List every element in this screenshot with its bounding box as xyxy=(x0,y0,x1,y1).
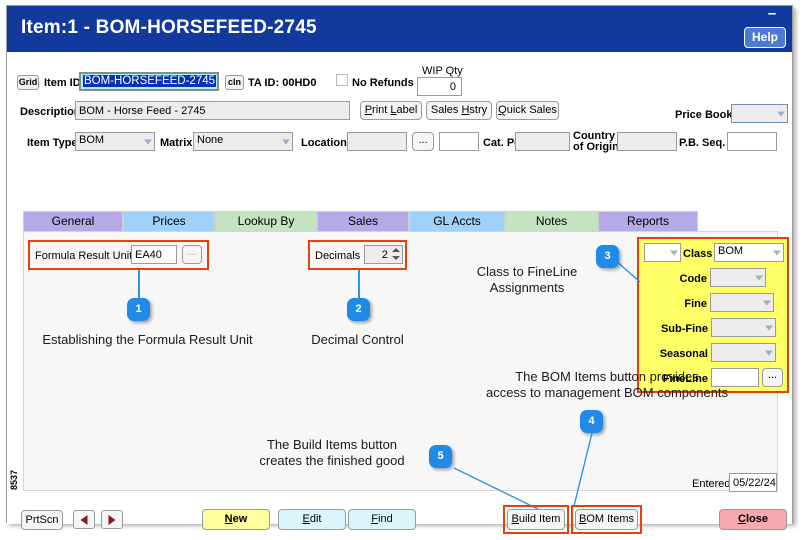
tab-general[interactable]: General xyxy=(23,211,123,231)
country-of-origin-input[interactable] xyxy=(617,132,677,151)
location-lookup-button[interactable]: ... xyxy=(412,132,434,151)
pb-seq-input[interactable] xyxy=(727,132,777,151)
no-refunds-checkbox[interactable] xyxy=(336,74,348,86)
item-id-input[interactable]: BOM-HORSEFEED-2745 xyxy=(79,72,219,91)
no-refunds-label: No Refunds xyxy=(352,77,414,89)
annotation-note-1: Establishing the Formula Result Unit xyxy=(42,332,253,347)
item-window: Item:1 - BOM-HORSEFEED-2745 – Help Grid … xyxy=(6,5,793,534)
build-item-highlight xyxy=(503,505,569,534)
bom-items-highlight xyxy=(571,505,642,534)
description-label: Description xyxy=(20,106,81,118)
item-id-value: BOM-HORSEFEED-2745 xyxy=(83,75,217,87)
callout-badge-2: 2 xyxy=(347,298,370,321)
code-label: Code xyxy=(679,273,708,285)
ta-id-label: TA ID: 00HD0 xyxy=(248,77,317,89)
annotation-note-3: Class to FineLine Assignments xyxy=(476,264,578,295)
previous-record-button[interactable] xyxy=(73,510,95,529)
location-label: Location xyxy=(301,137,347,149)
left-arrow-icon xyxy=(80,514,88,525)
tab-sales[interactable]: Sales xyxy=(317,211,409,231)
chevron-down-icon xyxy=(144,139,152,144)
location-input[interactable] xyxy=(347,132,407,151)
cln-button[interactable]: cln xyxy=(225,75,244,90)
annotation-note-4: The BOM Items button provides access to … xyxy=(485,369,729,400)
callout-badge-4: 4 xyxy=(580,410,603,433)
window-body: Grid Item ID BOM-HORSEFEED-2745 cln TA I… xyxy=(7,52,792,534)
chevron-down-icon xyxy=(670,250,678,255)
class-label: Class xyxy=(683,248,713,260)
pb-seq-label: P.B. Seq. xyxy=(679,137,726,149)
tab-lookup-by[interactable]: Lookup By xyxy=(215,211,317,231)
chevron-down-icon xyxy=(765,350,773,355)
entered-label: Entered xyxy=(692,478,731,490)
class-value: BOM xyxy=(718,245,744,257)
chevron-down-icon xyxy=(765,325,773,330)
class-select[interactable]: BOM xyxy=(714,243,784,262)
callout-badge-1: 1 xyxy=(127,298,150,321)
formula-result-unit-highlight xyxy=(28,240,209,270)
annotation-note-5: The Build Items button creates the finis… xyxy=(259,437,405,468)
window-titlebar: Item:1 - BOM-HORSEFEED-2745 – Help xyxy=(7,6,792,52)
chevron-down-icon xyxy=(282,139,290,144)
wip-qty-input[interactable]: 0 xyxy=(417,77,462,96)
prtscn-button[interactable]: PrtScn xyxy=(21,510,63,530)
help-button[interactable]: Help xyxy=(743,27,786,48)
tab-gl-accts[interactable]: GL Accts xyxy=(409,211,505,231)
tab-notes[interactable]: Notes xyxy=(505,211,598,231)
location-extra-input[interactable] xyxy=(439,132,479,151)
code-select[interactable] xyxy=(710,268,766,287)
decimals-highlight xyxy=(308,240,407,270)
grid-button[interactable]: Grid xyxy=(17,75,39,90)
class-prefix-select[interactable] xyxy=(644,243,681,262)
country-of-origin-label-line2: of Origin xyxy=(573,141,619,153)
tab-prices[interactable]: Prices xyxy=(123,211,215,231)
entered-input[interactable]: 05/22/24 xyxy=(729,473,777,492)
seasonal-label: Seasonal xyxy=(659,348,708,360)
right-arrow-icon xyxy=(108,514,116,525)
close-button[interactable]: Close xyxy=(719,509,787,530)
sub-fine-select[interactable] xyxy=(711,318,776,337)
form-code-label: 8537 xyxy=(9,469,19,490)
chevron-down-icon xyxy=(763,300,771,305)
minimize-button[interactable]: – xyxy=(764,6,780,23)
find-button[interactable]: Find xyxy=(348,509,416,530)
callout-badge-3: 3 xyxy=(596,245,619,268)
new-button[interactable]: New xyxy=(202,509,270,530)
chevron-down-icon xyxy=(755,275,763,280)
price-book-label: Price Book xyxy=(675,109,733,121)
window-title: Item:1 - BOM-HORSEFEED-2745 xyxy=(21,17,317,38)
item-type-label: Item Type xyxy=(27,137,78,149)
fine-label: Fine xyxy=(684,298,707,310)
fine-select[interactable] xyxy=(710,293,774,312)
sub-fine-label: Sub-Fine xyxy=(660,323,708,335)
wip-qty-label: WIP Qty xyxy=(422,65,463,77)
next-record-button[interactable] xyxy=(101,510,123,529)
tab-reports[interactable]: Reports xyxy=(598,211,698,231)
matrix-label: Matrix xyxy=(160,137,193,149)
seasonal-select[interactable] xyxy=(711,343,776,362)
item-type-value: BOM xyxy=(79,134,105,146)
chevron-down-icon xyxy=(773,250,781,255)
description-input[interactable]: BOM - Horse Feed - 2745 xyxy=(75,101,350,120)
sales-hstry-button[interactable]: Sales Hstry xyxy=(426,101,492,120)
edit-button[interactable]: Edit xyxy=(278,509,346,530)
leader-line-2 xyxy=(358,270,360,298)
item-id-label: Item ID xyxy=(44,77,81,89)
price-book-select[interactable] xyxy=(731,104,788,123)
leader-line-1 xyxy=(138,270,140,298)
item-type-select[interactable]: BOM xyxy=(75,132,155,151)
cat-pg-input[interactable] xyxy=(515,132,570,151)
screenshot-root: Item:1 - BOM-HORSEFEED-2745 – Help Grid … xyxy=(0,0,810,540)
print-label-button[interactable]: Print Label xyxy=(360,101,422,120)
chevron-down-icon xyxy=(777,111,785,116)
matrix-value: None xyxy=(197,134,224,146)
quick-sales-button[interactable]: Quick Sales xyxy=(496,101,559,120)
matrix-select[interactable]: None xyxy=(193,132,293,151)
annotation-note-2: Decimal Control xyxy=(311,332,404,347)
